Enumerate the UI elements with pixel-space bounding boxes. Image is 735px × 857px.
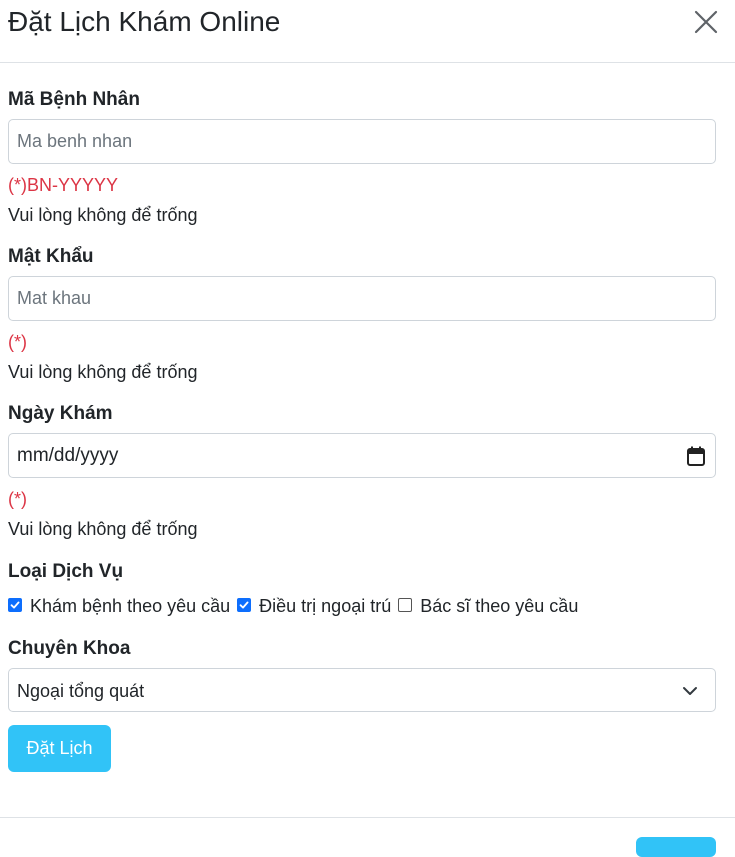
patient-id-hint: (*)BN-YYYYY	[8, 175, 119, 195]
close-button[interactable]	[690, 6, 722, 38]
patient-id-input[interactable]	[8, 119, 716, 164]
password-warning: Vui lòng không để trống	[8, 362, 198, 382]
date-input[interactable]: mm/dd/yyyy	[8, 433, 716, 478]
password-label: Mật Khẩu	[8, 246, 94, 267]
service-checkbox-1[interactable]	[8, 597, 22, 612]
date-value: mm/dd/yyyy	[17, 445, 119, 466]
service-label-2[interactable]: Điều trị ngoại trú	[259, 596, 391, 617]
date-label: Ngày Khám	[8, 403, 113, 424]
services-group: Khám bệnh theo yêu cầu Điều trị ngoại tr…	[8, 594, 585, 618]
modal-title: Đặt Lịch Khám Online	[8, 6, 281, 37]
service-label-3[interactable]: Bác sĩ theo yêu cầu	[420, 596, 578, 617]
password-input[interactable]	[8, 276, 716, 321]
date-warning: Vui lòng không để trống	[8, 519, 198, 539]
date-hint: (*)	[8, 489, 27, 509]
modal-header: Đặt Lịch Khám Online	[0, 0, 735, 63]
chevron-down-icon	[683, 687, 697, 695]
submit-button[interactable]: Đặt Lịch	[8, 725, 111, 772]
close-icon	[694, 10, 718, 34]
patient-id-label: Mã Bệnh Nhân	[8, 89, 140, 110]
service-checkbox-3[interactable]	[398, 597, 413, 612]
modal-footer-divider	[0, 817, 735, 818]
specialty-label: Chuyên Khoa	[8, 638, 131, 659]
services-label: Loại Dịch Vụ	[8, 561, 124, 582]
footer-button[interactable]	[636, 837, 716, 857]
calendar-icon[interactable]	[687, 446, 705, 466]
specialty-select[interactable]: Ngoại tổng quát	[8, 668, 716, 712]
service-checkbox-2[interactable]	[237, 597, 252, 612]
patient-id-warning: Vui lòng không để trống	[8, 205, 198, 225]
specialty-selected-value: Ngoại tổng quát	[17, 681, 145, 701]
password-hint: (*)	[8, 332, 27, 352]
service-label-1[interactable]: Khám bệnh theo yêu cầu	[30, 596, 230, 617]
